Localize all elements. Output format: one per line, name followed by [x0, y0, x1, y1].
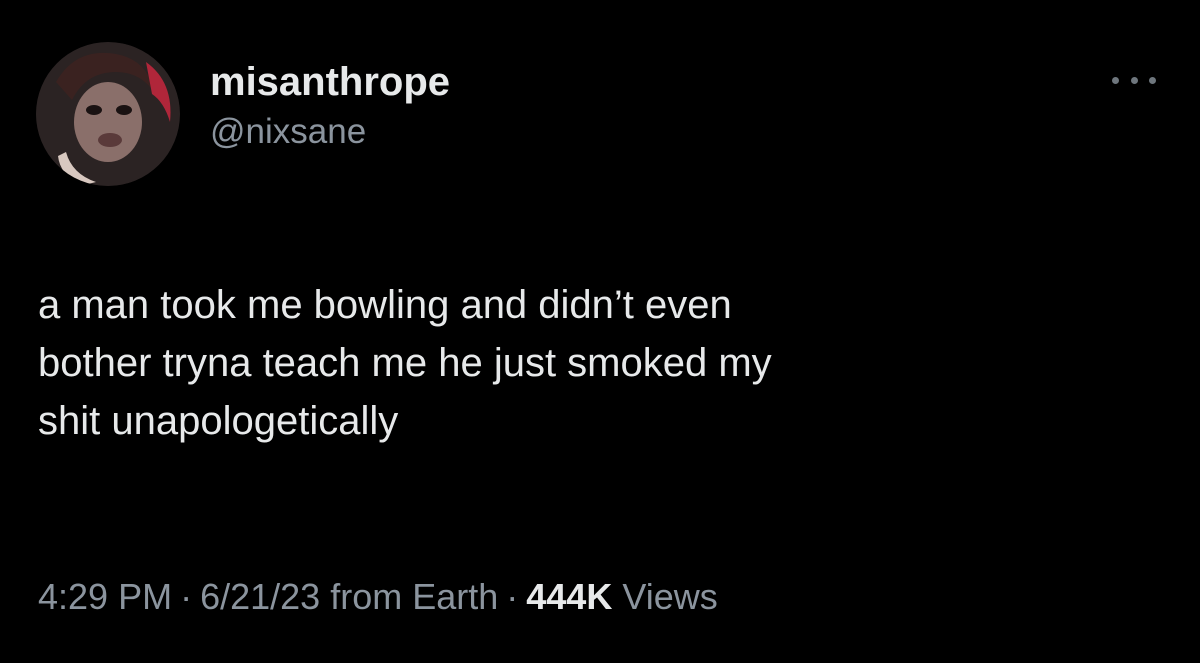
separator-dot: ·: [180, 576, 193, 617]
tweet-timestamp[interactable]: 4:29 PM: [38, 576, 172, 617]
avatar-image: [36, 42, 180, 186]
tweet-text: a man took me bowling and didn’t even bo…: [38, 276, 1158, 450]
tweet-metadata: 4:29 PM · 6/21/23 from Earth · 444K Views: [38, 575, 718, 619]
more-horizontal-icon: [1112, 76, 1119, 84]
user-handle[interactable]: @nixsane: [210, 110, 450, 154]
more-horizontal-icon-dot: [1149, 76, 1156, 84]
tweet-source: from Earth: [330, 576, 499, 617]
tweet-text-line: bother tryna teach me he just smoked my: [38, 341, 772, 385]
separator-dot: ·: [506, 576, 519, 617]
views-count: 444K: [526, 576, 613, 617]
more-horizontal-icon-dot: [1130, 76, 1138, 84]
views-link[interactable]: 444K Views: [526, 576, 717, 617]
tweet-date[interactable]: 6/21/23: [200, 576, 320, 617]
tweet-text-line: a man took me bowling and didn’t even: [38, 283, 732, 327]
more-options-button[interactable]: [1112, 68, 1156, 92]
avatar[interactable]: [36, 42, 180, 186]
user-info: misanthrope @nixsane: [210, 58, 450, 154]
display-name[interactable]: misanthrope: [210, 58, 450, 106]
tweet-text-line: shit unapologetically: [38, 399, 399, 443]
tweet-card: misanthrope @nixsane a man took me bowli…: [0, 0, 1200, 663]
views-label: Views: [622, 576, 718, 617]
